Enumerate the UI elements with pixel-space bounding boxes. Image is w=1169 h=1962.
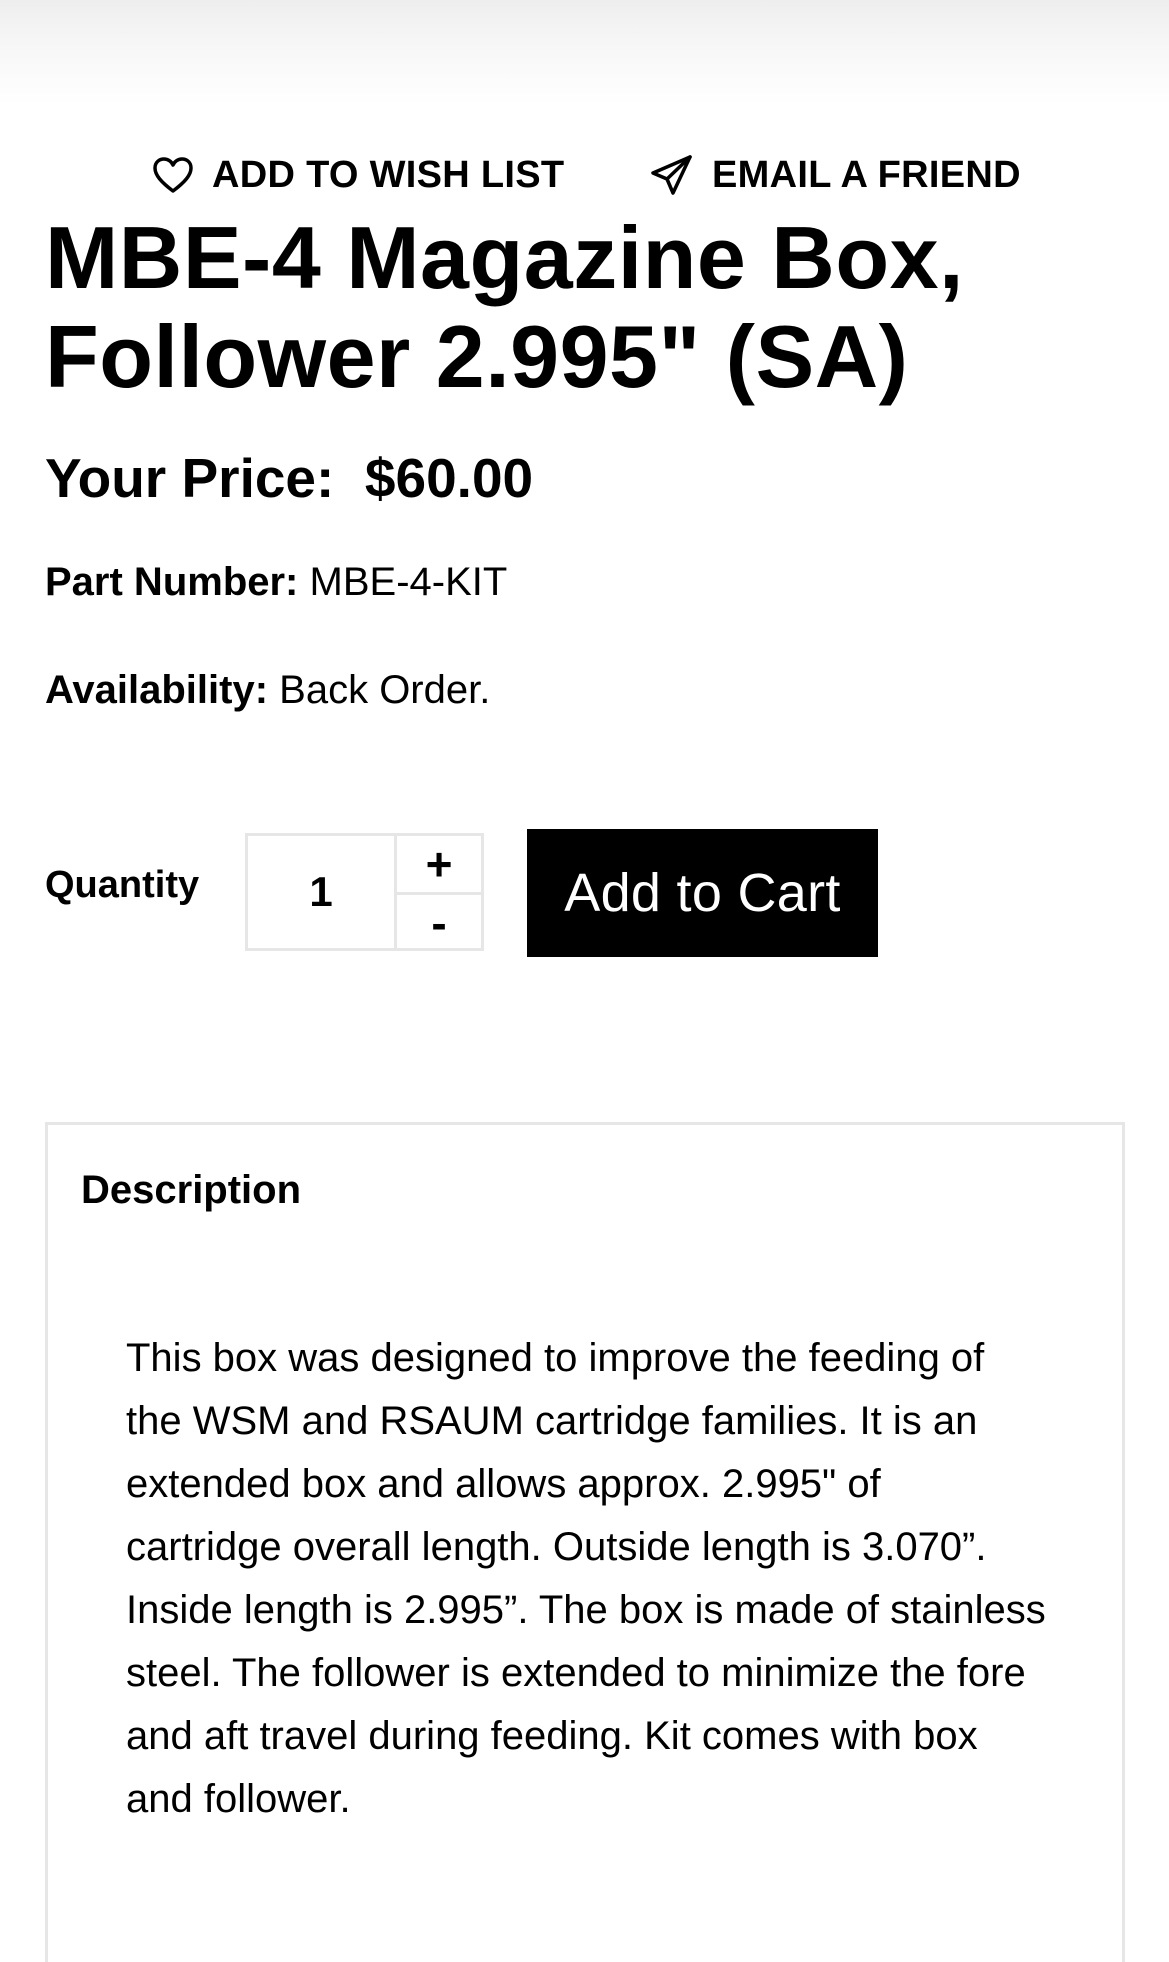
quantity-stepper: + - bbox=[397, 833, 484, 951]
part-number-row: Part Number: MBE-4-KIT bbox=[45, 557, 507, 607]
part-number-label: Part Number: bbox=[45, 560, 299, 604]
part-number-value: MBE-4-KIT bbox=[309, 560, 508, 604]
add-to-cart-button[interactable]: Add to Cart bbox=[527, 829, 878, 957]
description-panel: Description This box was designed to imp… bbox=[45, 1122, 1125, 1962]
description-heading: Description bbox=[81, 1168, 302, 1212]
price-value: $60.00 bbox=[364, 447, 534, 509]
availability-value: Back Order. bbox=[279, 668, 491, 712]
quantity-increment-button[interactable]: + bbox=[397, 836, 481, 895]
email-a-friend-label: EMAIL A FRIEND bbox=[712, 153, 1021, 196]
quantity-label: Quantity bbox=[45, 864, 200, 906]
add-to-wish-list-link[interactable]: ADD TO WISH LIST bbox=[152, 150, 564, 200]
description-text: This box was designed to improve the fee… bbox=[126, 1336, 1046, 1821]
heart-outline-icon bbox=[152, 156, 194, 194]
product-actions: ADD TO WISH LIST EMAIL A FRIEND bbox=[0, 150, 1169, 200]
paper-plane-icon bbox=[650, 154, 694, 196]
quantity-decrement-button[interactable]: - bbox=[397, 895, 481, 951]
add-to-wish-list-label: ADD TO WISH LIST bbox=[212, 153, 565, 196]
price-label: Your Price: bbox=[45, 447, 335, 509]
product-title: MBE-4 Magazine Box, Follower 2.995" (SA) bbox=[45, 208, 964, 406]
quantity-input[interactable]: 1 bbox=[245, 833, 397, 951]
email-a-friend-link[interactable]: EMAIL A FRIEND bbox=[650, 150, 1021, 200]
availability-row: Availability: Back Order. bbox=[45, 665, 490, 715]
header-shadow bbox=[0, 0, 1169, 105]
availability-label: Availability: bbox=[45, 668, 269, 712]
product-price: Your Price: $60.00 bbox=[45, 443, 533, 513]
